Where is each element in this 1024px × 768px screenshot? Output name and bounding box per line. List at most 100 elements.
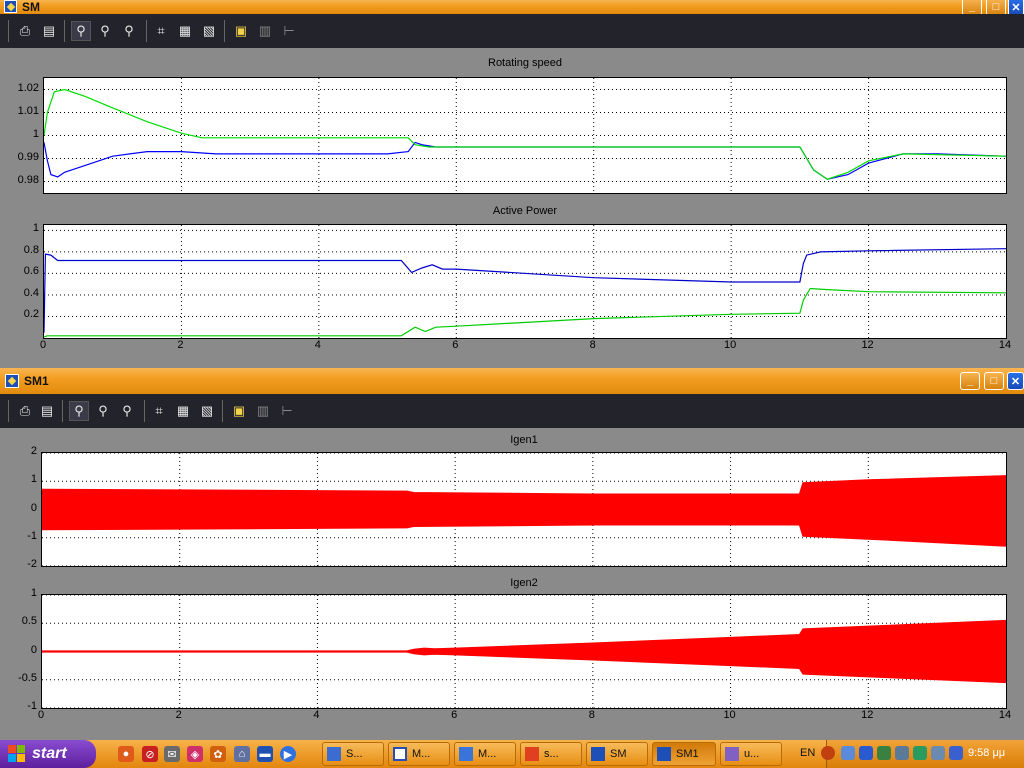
series-line-1 <box>44 88 1006 180</box>
x-tick-label: 14 <box>998 709 1012 721</box>
floating-scope-icon[interactable]: ▣ <box>230 402 248 420</box>
taskbar-item[interactable]: u... <box>720 742 782 766</box>
tray-arrow-icon[interactable] <box>821 746 835 760</box>
zoom-y-icon[interactable]: ⚲ <box>120 22 138 40</box>
window-titlebar[interactable]: SM _ □ ✕ <box>0 0 1024 16</box>
scope-window-sm1[interactable]: SM1 _ □ ✕ ⎙ ▤ ⚲ ⚲ ⚲ ⌗ ▦ ▧ ▣ ▥ ⊢ Igen1 Ig… <box>0 368 1024 740</box>
paint-icon[interactable]: ✿ <box>210 746 226 762</box>
y-tick-label: 0.4 <box>23 286 39 299</box>
print-icon[interactable]: ⎙ <box>16 402 34 420</box>
matlab-icon <box>459 747 473 761</box>
lock-icon[interactable]: ▥ <box>254 402 272 420</box>
taskbar-item[interactable]: SM <box>586 742 648 766</box>
clock: 9:58 μμ <box>968 747 1006 759</box>
y-tick-label: 1 <box>32 127 39 140</box>
folder-icon[interactable]: ▬ <box>257 746 273 762</box>
firefox-icon[interactable]: ● <box>118 746 134 762</box>
lock-icon[interactable]: ▥ <box>256 22 274 40</box>
device-icon[interactable] <box>931 746 945 760</box>
save-axes-icon[interactable]: ▦ <box>176 22 194 40</box>
x-tick-label: 4 <box>313 709 320 721</box>
tray-app-icon[interactable] <box>841 746 855 760</box>
x-tick-label: 14 <box>998 339 1012 351</box>
plot-title: Igen2 <box>510 577 538 589</box>
binoculars-icon[interactable]: ⌗ <box>150 402 168 420</box>
signal-selector-icon[interactable]: ⊢ <box>278 402 296 420</box>
taskbar-item[interactable]: s... <box>520 742 582 766</box>
media-icon[interactable]: ◈ <box>187 746 203 762</box>
start-label: start <box>32 745 67 762</box>
print-figure-icon[interactable]: ▤ <box>38 402 56 420</box>
zoom-icon[interactable]: ⚲ <box>71 21 91 41</box>
maximize-button[interactable]: □ <box>984 372 1004 390</box>
series-line-0 <box>44 141 1006 180</box>
x-tick-label: 8 <box>588 709 595 721</box>
plot-area: Rotating speed Active Power 1.02 1.01 1 0.9… <box>0 48 1024 368</box>
igen2-axes[interactable] <box>41 594 1007 709</box>
toolbar-separator <box>146 20 147 42</box>
series-line-0 <box>44 248 1006 333</box>
start-button[interactable]: start <box>0 740 96 768</box>
window-titlebar[interactable]: SM1 _ □ ✕ <box>0 368 1024 394</box>
scope-toolbar: ⎙ ▤ ⚲ ⚲ ⚲ ⌗ ▦ ▧ ▣ ▥ ⊢ <box>0 394 1024 428</box>
minimize-button[interactable]: _ <box>960 372 980 390</box>
bluetooth-icon[interactable] <box>949 746 963 760</box>
security-icon[interactable] <box>913 746 927 760</box>
blocked-icon[interactable]: ⊘ <box>142 746 158 762</box>
print-figure-icon[interactable]: ▤ <box>40 22 58 40</box>
taskbar-item[interactable]: S... <box>322 742 384 766</box>
plot-area: Igen1 Igen2 2 1 0 -1 -2 1 0.5 0 -0.5 -1 0 2 4 6 8 10 12 1… <box>0 428 1024 740</box>
scope-icon <box>591 747 605 761</box>
y-tick-label: -2 <box>27 558 37 570</box>
taskbar-item-active[interactable]: SM1 <box>652 742 716 766</box>
toolbar-separator <box>8 20 9 42</box>
taskbar-item-label: s... <box>544 748 559 760</box>
binoculars-icon[interactable]: ⌗ <box>152 22 170 40</box>
zoom-x-icon[interactable]: ⚲ <box>96 22 114 40</box>
toolbar-separator <box>144 400 145 422</box>
zoom-x-icon[interactable]: ⚲ <box>94 402 112 420</box>
play-icon[interactable]: ▶ <box>280 746 296 762</box>
y-tick-label: 2 <box>30 445 37 457</box>
taskbar-item[interactable]: M... <box>454 742 516 766</box>
x-tick-label: 12 <box>861 339 874 351</box>
save-axes-icon[interactable]: ▦ <box>174 402 192 420</box>
x-tick-label: 0 <box>37 709 45 721</box>
mail-icon[interactable]: ✉ <box>164 746 180 762</box>
plot-svg <box>44 78 1006 193</box>
monitor-icon[interactable] <box>895 746 909 760</box>
close-button[interactable]: ✕ <box>1007 372 1024 390</box>
plot-title: Rotating speed <box>488 57 562 69</box>
toolbar-separator <box>62 400 63 422</box>
y-tick-label: 1 <box>32 222 39 235</box>
taskbar-item-label: M... <box>412 748 431 760</box>
zoom-icon[interactable]: ⚲ <box>69 401 89 421</box>
signal-selector-icon[interactable]: ⊢ <box>280 22 298 40</box>
igen1-axes[interactable] <box>41 452 1007 567</box>
restore-axes-icon[interactable]: ▧ <box>198 402 216 420</box>
x-tick-label: 0 <box>39 339 47 351</box>
language-indicator[interactable]: EN <box>800 747 815 759</box>
scope-app-icon <box>4 0 17 13</box>
scope-window-sm[interactable]: SM _ □ ✕ ⎙ ▤ ⚲ ⚲ ⚲ ⌗ ▦ ▧ ▣ ▥ ⊢ Rotating … <box>0 0 1024 368</box>
rotating-speed-axes[interactable] <box>43 77 1007 194</box>
shield-icon[interactable] <box>859 746 873 760</box>
taskbar-item-label: M... <box>478 748 497 760</box>
network-icon[interactable]: ⌂ <box>234 746 250 762</box>
restore-axes-icon[interactable]: ▧ <box>200 22 218 40</box>
y-tick-label: 0.5 <box>21 615 37 628</box>
windows-flag-icon <box>8 745 26 763</box>
app-icon <box>725 747 739 761</box>
scope-toolbar: ⎙ ▤ ⚲ ⚲ ⚲ ⌗ ▦ ▧ ▣ ▥ ⊢ <box>0 14 1024 48</box>
y-tick-label: 0 <box>30 643 37 656</box>
zoom-y-icon[interactable]: ⚲ <box>118 402 136 420</box>
print-icon[interactable]: ⎙ <box>16 22 34 40</box>
y-tick-label: 1.02 <box>17 81 39 94</box>
y-tick-label: 0.8 <box>23 243 39 256</box>
taskbar-item[interactable]: M... <box>388 742 450 766</box>
active-power-axes[interactable] <box>43 224 1007 339</box>
floating-scope-icon[interactable]: ▣ <box>232 22 250 40</box>
toolbar-separator <box>8 400 9 422</box>
x-tick-label: 4 <box>314 339 321 351</box>
network-icon[interactable] <box>877 746 891 760</box>
